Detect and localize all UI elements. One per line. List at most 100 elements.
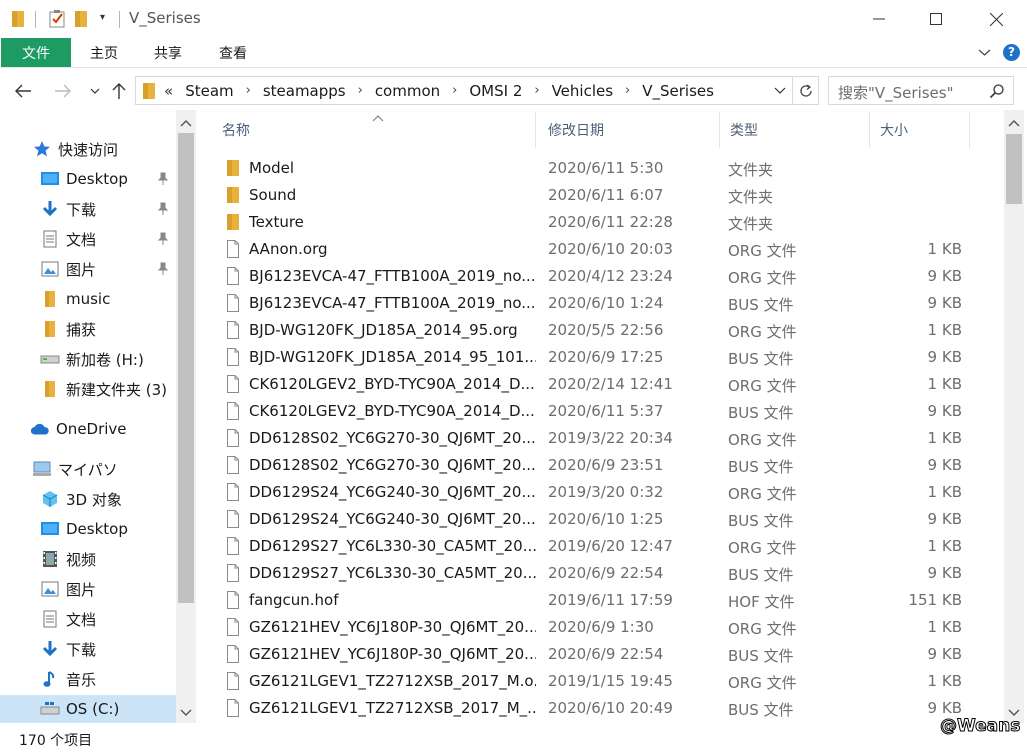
- maximize-button[interactable]: [913, 0, 959, 38]
- file-row[interactable]: AAnon.org 2020/6/10 20:03 ORG 文件 1 KB: [212, 236, 1002, 263]
- sidebar-item-desktop[interactable]: Desktop: [40, 165, 128, 193]
- refresh-button[interactable]: [793, 76, 819, 105]
- status-bar: 170 个项目: [0, 724, 1027, 754]
- file-row[interactable]: GZ6121LGEV1_TZ2712XSB_2017_M.o... 2019/1/…: [212, 668, 1002, 695]
- file-row[interactable]: BJ6123EVCA-47_FTTB100A_2019_no... 2020/4/…: [212, 263, 1002, 290]
- breadcrumb-item[interactable]: Vehicles: [552, 82, 613, 100]
- address-history-dropdown-icon[interactable]: [774, 84, 786, 100]
- tab-view[interactable]: 查看: [205, 38, 261, 67]
- sidebar-item-capture[interactable]: 捕获: [40, 315, 96, 343]
- back-button[interactable]: [12, 80, 34, 102]
- sidebar-item-music-folder[interactable]: music: [40, 285, 110, 313]
- sidebar-item-desktop-pc[interactable]: Desktop: [40, 515, 128, 543]
- file-row[interactable]: DD6128S02_YC6G270-30_QJ6MT_20... 2019/3/2…: [212, 425, 1002, 452]
- file-row[interactable]: Texture 2020/6/11 22:28 文件夹: [212, 209, 1002, 236]
- sidebar-item-label: 捕获: [66, 320, 97, 339]
- sidebar-item-documents-pc[interactable]: 文档: [40, 605, 96, 633]
- properties-icon[interactable]: [48, 10, 66, 28]
- close-button[interactable]: [973, 0, 1019, 38]
- file-row[interactable]: Sound 2020/6/11 6:07 文件夹: [212, 182, 1002, 209]
- file-icon: [226, 429, 240, 451]
- navigation-pane-scrollbar[interactable]: [176, 110, 196, 723]
- file-row[interactable]: DD6129S27_YC6L330-30_CA5MT_20... 2020/6/9…: [212, 560, 1002, 587]
- forward-button[interactable]: [52, 80, 74, 102]
- help-icon[interactable]: ?: [1003, 44, 1020, 61]
- sidebar-item-downloads[interactable]: 下载: [40, 195, 96, 223]
- address-bar[interactable]: « Steam › steamapps › common › OMSI 2 › …: [135, 76, 793, 105]
- file-name: fangcun.hof: [249, 591, 339, 609]
- folder-icon: [226, 159, 240, 181]
- scroll-down-icon[interactable]: [180, 706, 192, 722]
- file-row[interactable]: GZ6121HEV_YC6J180P-30_QJ6MT_20... 2020/6/…: [212, 614, 1002, 641]
- file-date: 2019/6/20 12:47: [548, 537, 673, 555]
- chevron-right-icon[interactable]: ›: [246, 83, 251, 98]
- pin-icon[interactable]: [157, 262, 169, 280]
- minimize-button[interactable]: [856, 0, 902, 38]
- file-row[interactable]: BJ6123EVCA-47_FTTB100A_2019_no... 2020/6/…: [212, 290, 1002, 317]
- sidebar-item-pictures-pc[interactable]: 图片: [40, 575, 96, 603]
- scroll-up-icon[interactable]: [180, 116, 192, 132]
- tab-share[interactable]: 共享: [140, 38, 196, 67]
- column-header-size[interactable]: 大小: [870, 112, 970, 148]
- search-icon[interactable]: [989, 83, 1005, 103]
- file-row[interactable]: GZ6121HEV_YC6J180P-30_QJ6MT_20... 2020/6/…: [212, 641, 1002, 668]
- breadcrumb-overflow[interactable]: «: [164, 82, 173, 100]
- file-row[interactable]: fangcun.hof 2019/6/11 17:59 HOF 文件 151 KB: [212, 587, 1002, 614]
- sidebar-item-onedrive[interactable]: OneDrive: [30, 415, 127, 443]
- column-header-date[interactable]: 修改日期: [538, 112, 720, 148]
- file-row[interactable]: BJD-WG120FK_JD185A_2014_95.org 2020/5/5 2…: [212, 317, 1002, 344]
- breadcrumb-item[interactable]: Steam: [185, 82, 233, 100]
- file-row[interactable]: DD6129S27_YC6L330-30_CA5MT_20... 2019/6/2…: [212, 533, 1002, 560]
- file-row[interactable]: DD6129S24_YC6G240-30_QJ6MT_20... 2020/6/1…: [212, 506, 1002, 533]
- breadcrumb-item[interactable]: OMSI 2: [469, 82, 522, 100]
- file-row[interactable]: DD6128S02_YC6G270-30_QJ6MT_20... 2020/6/9…: [212, 452, 1002, 479]
- sidebar-item-drive-h[interactable]: 新加卷 (H:): [40, 345, 144, 373]
- pin-icon[interactable]: [157, 202, 169, 220]
- file-row[interactable]: GZ6121LGEV1_TZ2712XSB_2017_M_... 2020/6/1…: [212, 695, 1002, 722]
- sidebar-item-os-c[interactable]: OS (C:): [0, 695, 176, 723]
- scrollbar-thumb[interactable]: [1006, 134, 1022, 204]
- chevron-right-icon[interactable]: ›: [625, 83, 630, 98]
- breadcrumb-item[interactable]: common: [375, 82, 440, 100]
- folder-icon: [142, 82, 156, 104]
- tab-home[interactable]: 主页: [76, 38, 132, 67]
- customize-toolbar-dropdown[interactable]: ▾: [100, 12, 105, 30]
- file-row[interactable]: DD6129S24_YC6G240-30_QJ6MT_20... 2019/3/2…: [212, 479, 1002, 506]
- sidebar-item-pictures[interactable]: 图片: [40, 255, 96, 283]
- chevron-right-icon[interactable]: ›: [452, 83, 457, 98]
- file-size: 9 KB: [927, 348, 962, 366]
- new-folder-icon[interactable]: [74, 10, 88, 28]
- up-button[interactable]: [108, 80, 130, 102]
- file-icon: [226, 321, 240, 343]
- file-list-scrollbar[interactable]: [1004, 110, 1024, 723]
- scrollbar-thumb[interactable]: [178, 133, 194, 603]
- expand-ribbon-chevron-icon[interactable]: [978, 46, 991, 63]
- sidebar-item-documents[interactable]: 文档: [40, 225, 96, 253]
- breadcrumb-item[interactable]: steamapps: [263, 82, 346, 100]
- recent-locations-button[interactable]: [84, 80, 106, 102]
- search-box[interactable]: 搜索"V_Serises": [828, 76, 1014, 105]
- tab-file[interactable]: 文件: [1, 38, 71, 67]
- scroll-up-icon[interactable]: [1008, 116, 1020, 132]
- breadcrumb-item[interactable]: V_Serises: [642, 82, 714, 100]
- file-row[interactable]: CK6120LGEV2_BYD-TYC90A_2014_D... 2020/6/1…: [212, 398, 1002, 425]
- chevron-right-icon[interactable]: ›: [358, 83, 363, 98]
- file-row[interactable]: CK6120LGEV2_BYD-TYC90A_2014_D... 2020/2/1…: [212, 371, 1002, 398]
- search-input[interactable]: 搜索"V_Serises": [838, 82, 954, 103]
- sidebar-item-music[interactable]: 音乐: [40, 665, 96, 693]
- file-row[interactable]: Model 2020/6/11 5:30 文件夹: [212, 155, 1002, 182]
- column-header-name[interactable]: 名称: [212, 112, 536, 148]
- chevron-right-icon[interactable]: ›: [534, 83, 539, 98]
- pin-icon[interactable]: [157, 172, 169, 190]
- sidebar-item-new-folder-3[interactable]: 新建文件夹 (3): [40, 375, 167, 403]
- file-size: 1 KB: [927, 240, 962, 258]
- sidebar-item-this-pc[interactable]: マイパソ: [32, 455, 118, 483]
- column-header-type[interactable]: 类型: [720, 112, 870, 148]
- sidebar-item-downloads-pc[interactable]: 下载: [40, 635, 96, 663]
- sidebar-item-3d-objects[interactable]: 3D 对象: [40, 485, 122, 513]
- file-row[interactable]: BJD-WG120FK_JD185A_2014_95_101... 2020/6/…: [212, 344, 1002, 371]
- sidebar-item-videos[interactable]: 视频: [40, 545, 96, 573]
- pin-icon[interactable]: [157, 232, 169, 250]
- sidebar-item-quick-access[interactable]: 快速访问: [32, 135, 118, 163]
- windows-drive-icon: [40, 699, 60, 719]
